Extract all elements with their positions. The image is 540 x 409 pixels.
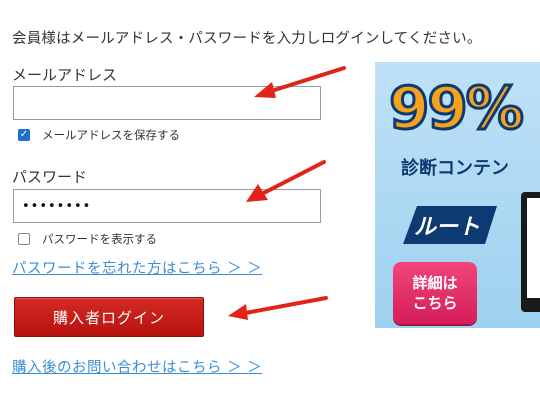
detail-line-1: 詳細は (412, 274, 458, 292)
detail-line-2: こちら (412, 294, 458, 312)
forgot-password-link[interactable]: パスワードを忘れた方はこちら ＞ ＞ (12, 257, 262, 278)
laptop-image (521, 192, 540, 312)
show-password-label: パスワードを表示する (42, 232, 157, 246)
route-logo-text: ルート (414, 215, 480, 240)
save-email-checkbox[interactable]: ✓ (18, 129, 30, 141)
banner-headline: 99% (388, 73, 526, 144)
show-password-option[interactable]: パスワードを表示する (18, 231, 157, 247)
login-button[interactable]: 購入者ログイン (14, 297, 204, 337)
route-logo-icon: ルート (403, 206, 497, 244)
contact-link[interactable]: 購入後のお問い合わせはこちら ＞ ＞ (12, 356, 262, 377)
show-password-checkbox[interactable] (18, 233, 30, 245)
banner-subtitle: 診断コンテン (401, 158, 509, 179)
login-instructions: 会員様はメールアドレス・パスワードを入力しログインしてください。 (12, 31, 482, 47)
email-label: メールアドレス (12, 66, 118, 84)
promo-banner[interactable]: 99% 診断コンテン ルート 詳細は こちら (375, 62, 540, 328)
red-arrow-icon (246, 160, 326, 202)
save-email-option[interactable]: ✓ メールアドレスを保存する (18, 127, 180, 143)
red-arrow-icon (228, 296, 328, 320)
password-label: パスワード (12, 168, 88, 186)
save-email-label: メールアドレスを保存する (42, 128, 180, 142)
banner-detail-button[interactable]: 詳細は こちら (393, 262, 477, 324)
red-arrow-icon (254, 66, 346, 98)
